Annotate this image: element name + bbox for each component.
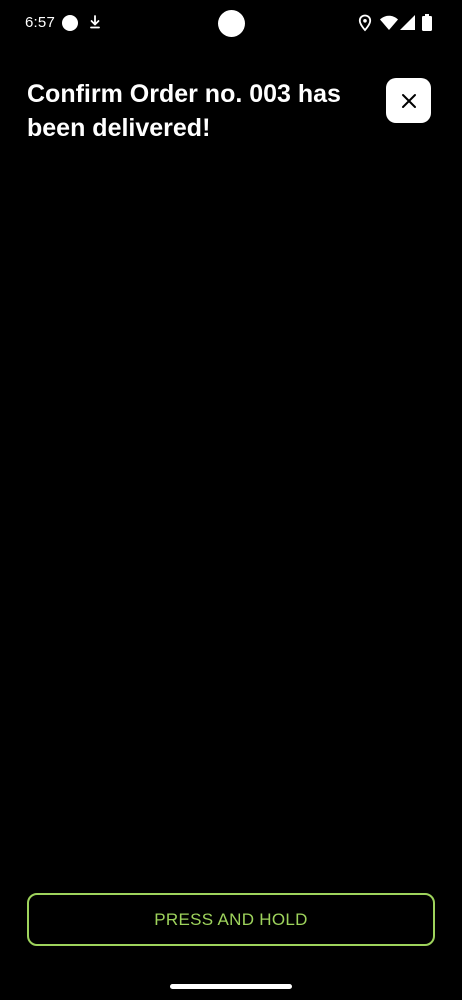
status-time: 6:57 xyxy=(25,14,55,31)
close-icon xyxy=(401,93,416,108)
status-bar: 6:57 xyxy=(0,0,462,46)
cell-signal-icon xyxy=(400,15,415,30)
press-and-hold-button[interactable]: PRESS AND HOLD xyxy=(27,893,435,946)
order-confirmation-screen: 6:57 Confirm Order no. 003 has been deli… xyxy=(0,0,462,1000)
page-title: Confirm Order no. 003 has been delivered… xyxy=(27,80,341,142)
wifi-icon xyxy=(380,15,398,30)
battery-icon xyxy=(422,14,432,31)
home-indicator[interactable] xyxy=(170,984,292,989)
close-button[interactable] xyxy=(386,78,431,123)
camera-cutout xyxy=(218,10,245,37)
notification-dot-icon xyxy=(62,15,78,31)
location-icon xyxy=(358,14,372,32)
download-icon xyxy=(90,15,100,29)
press-and-hold-label: PRESS AND HOLD xyxy=(154,909,308,929)
